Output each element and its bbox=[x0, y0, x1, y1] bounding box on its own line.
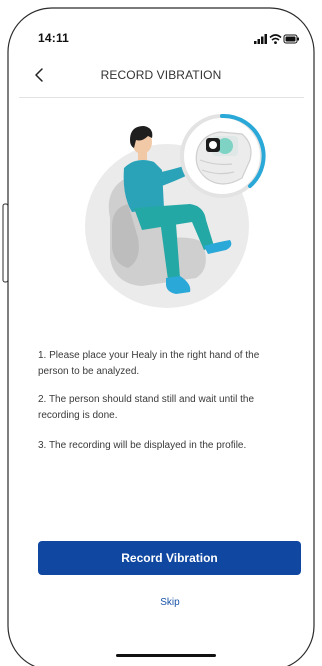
status-time: 14:11 bbox=[38, 31, 70, 45]
status-icons bbox=[254, 34, 299, 44]
chevron-left-icon[interactable] bbox=[31, 64, 51, 86]
home-indicator bbox=[116, 654, 216, 657]
screen: 14:11 RECORD VIBRATION 1. Please place y… bbox=[0, 0, 322, 666]
hand-with-device bbox=[195, 131, 252, 185]
battery-icon bbox=[283, 34, 299, 44]
person-seated-holding-device-illustration bbox=[85, 113, 266, 308]
page-title: RECORD VIBRATION bbox=[100, 68, 222, 82]
wifi-icon bbox=[269, 34, 282, 44]
signal-icon bbox=[254, 34, 267, 44]
record-vibration-button[interactable]: Record Vibration bbox=[38, 541, 301, 575]
instruction-step-2: 2. The person should stand still and wai… bbox=[38, 394, 255, 421]
instruction-step-3: 3. The recording will be displayed in th… bbox=[38, 440, 247, 451]
skip-link[interactable]: Skip bbox=[120, 597, 220, 608]
instruction-step-1: 1. Please place your Healy in the right … bbox=[38, 350, 260, 377]
header-divider bbox=[19, 97, 304, 98]
